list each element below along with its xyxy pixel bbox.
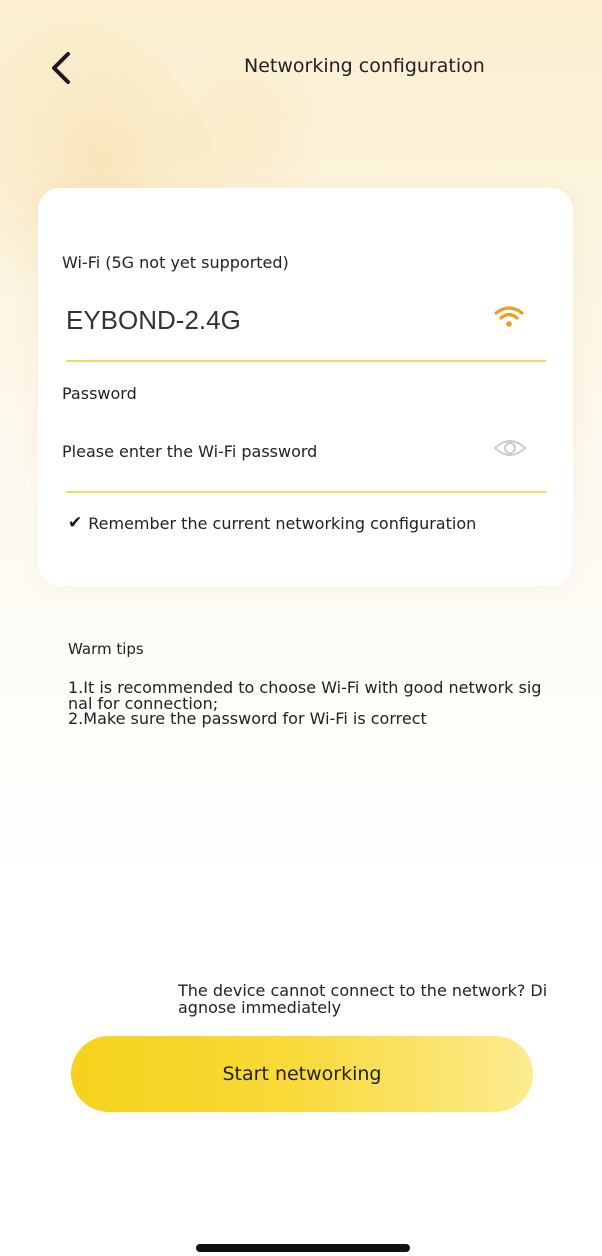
start-networking-label: Start networking [222, 1063, 382, 1085]
diagnose-link[interactable]: The device cannot connect to the network… [178, 982, 550, 1016]
network-form-card: Wi-Fi (5G not yet supported) EYBOND-2.4G… [38, 188, 573, 586]
tip-item-1: 1.It is recommended to choose Wi-Fi with… [68, 678, 542, 713]
eye-icon[interactable] [493, 436, 527, 460]
password-underline [66, 491, 546, 493]
remember-config-label: Remember the current networking configur… [88, 513, 477, 533]
back-button[interactable] [44, 48, 80, 88]
start-networking-button[interactable]: Start networking [71, 1036, 533, 1112]
password-input[interactable] [62, 436, 462, 466]
checkmark-icon: ✔ [68, 513, 83, 533]
password-label: Password [62, 384, 137, 403]
wifi-ssid-field[interactable]: EYBOND-2.4G [66, 305, 241, 336]
page-title: Networking configuration [244, 55, 485, 77]
tip-item-2: 2.Make sure the password for Wi-Fi is co… [68, 709, 427, 728]
remember-config-checkbox[interactable]: ✔ Remember the current networking config… [68, 513, 476, 533]
wifi-label: Wi-Fi (5G not yet supported) [62, 253, 289, 272]
tips-title: Warm tips [68, 640, 144, 658]
ssid-underline [66, 360, 546, 362]
wifi-signal-icon[interactable] [493, 304, 525, 330]
chevron-left-icon [52, 52, 70, 84]
home-indicator [196, 1244, 410, 1252]
